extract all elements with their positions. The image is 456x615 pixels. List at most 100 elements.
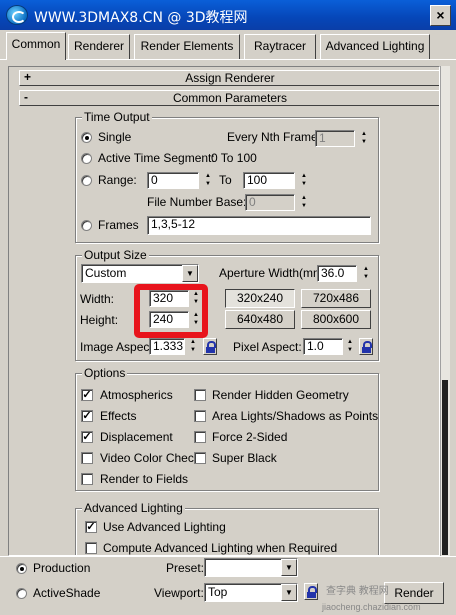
settings-panel: + Assign Renderer - Common Parameters Ti… — [8, 66, 440, 556]
tab-renderer[interactable]: Renderer — [68, 34, 130, 59]
frames-input[interactable]: 1,3,5-12 — [147, 216, 371, 235]
file-number-base-input[interactable]: 0 — [245, 194, 295, 211]
area-lights-checkbox[interactable] — [194, 410, 206, 422]
effects-checkbox[interactable]: ✓ — [81, 410, 93, 422]
use-advanced-lighting-checkbox[interactable]: ✓ — [85, 521, 97, 533]
range-radio[interactable] — [81, 175, 92, 186]
production-label: Production — [33, 561, 91, 575]
chevron-down-icon[interactable]: ▼ — [281, 559, 297, 576]
watermark-url: jiaocheng.chazidian.com — [322, 602, 421, 612]
spin-down-icon[interactable]: ▼ — [188, 346, 198, 354]
group-title: Time Output — [82, 110, 152, 124]
render-to-fields-label: Render to Fields — [100, 472, 189, 486]
preset-720x486-button[interactable]: 720x486 — [301, 289, 371, 308]
window-title: WWW.3DMAX8.CN @ 3D教程网 — [34, 10, 248, 26]
tab-common[interactable]: Common — [6, 32, 66, 60]
app-logo-icon[interactable] — [6, 5, 28, 25]
tab-advanced-lighting[interactable]: Advanced Lighting — [320, 34, 430, 59]
activeshade-radio[interactable] — [16, 588, 27, 599]
render-hidden-geometry-checkbox[interactable] — [194, 389, 206, 401]
active-segment-radio[interactable] — [81, 153, 92, 164]
render-button[interactable]: Render — [384, 582, 444, 604]
production-radio[interactable] — [16, 563, 27, 574]
close-button[interactable]: × — [430, 5, 451, 26]
super-black-checkbox[interactable] — [194, 452, 206, 464]
output-size-preset-select[interactable]: Custom ▼ — [81, 264, 199, 283]
rollout-assign-renderer[interactable]: + Assign Renderer — [19, 70, 439, 86]
preset-640x480-button[interactable]: 640x480 — [225, 310, 295, 329]
watermark-text: 查字典 教程网 — [326, 586, 389, 597]
rollout-label: Assign Renderer — [185, 71, 275, 85]
active-segment-value: 0 To 100 — [211, 151, 257, 165]
pixel-aspect-lock-icon[interactable] — [359, 338, 373, 355]
group-title: Options — [82, 366, 128, 380]
pixel-aspect-spinner[interactable]: ▲ ▼ — [345, 338, 355, 355]
single-label: Single — [98, 130, 132, 144]
chevron-down-icon[interactable]: ▼ — [182, 265, 198, 282]
tab-raytracer[interactable]: Raytracer — [244, 34, 316, 59]
every-nth-label: Every Nth Frame: — [227, 130, 322, 144]
range-from-spinner[interactable]: ▲ ▼ — [203, 172, 213, 189]
pixel-aspect-input[interactable]: 1.0 — [303, 338, 343, 355]
image-aspect-lock-icon[interactable] — [203, 338, 217, 355]
super-black-label: Super Black — [212, 451, 277, 465]
scrollbar-thumb[interactable] — [442, 380, 448, 555]
displacement-checkbox[interactable]: ✓ — [81, 431, 93, 443]
preset-800x600-button[interactable]: 800x600 — [301, 310, 371, 329]
highlight-box — [134, 284, 208, 338]
spin-down-icon[interactable]: ▼ — [361, 273, 371, 281]
every-nth-input[interactable]: 1 — [315, 130, 355, 147]
aperture-width-input[interactable]: 36.0 — [317, 265, 357, 282]
viewport-label: Viewport: — [154, 586, 204, 600]
atmospherics-checkbox[interactable]: ✓ — [81, 389, 93, 401]
image-aspect-label: Image Aspect: — [80, 340, 157, 354]
spin-down-icon[interactable]: ▼ — [299, 180, 309, 188]
rollout-common-parameters[interactable]: - Common Parameters — [19, 90, 439, 106]
height-label: Height: — [80, 313, 119, 327]
preset-label: Preset: — [166, 561, 205, 575]
single-radio[interactable] — [81, 132, 92, 143]
aperture-width-spinner[interactable]: ▲ ▼ — [361, 265, 371, 282]
viewport-select[interactable]: Top ▼ — [204, 583, 298, 602]
range-to-input[interactable]: 100 — [243, 172, 295, 189]
frames-label: Frames — [98, 218, 139, 232]
force-2-sided-label: Force 2-Sided — [212, 430, 288, 444]
spin-down-icon[interactable]: ▼ — [299, 202, 309, 210]
rollout-label: Common Parameters — [172, 91, 288, 105]
spin-up-icon[interactable]: ▲ — [361, 265, 371, 273]
spin-down-icon[interactable]: ▼ — [203, 180, 213, 188]
file-number-base-label: File Number Base: — [147, 195, 247, 209]
compute-advanced-lighting-checkbox[interactable] — [85, 542, 97, 554]
preset-select[interactable]: ▼ — [204, 558, 298, 577]
image-aspect-spinner[interactable]: ▲ ▼ — [188, 338, 198, 355]
spin-up-icon[interactable]: ▲ — [299, 172, 309, 180]
tab-render-elements[interactable]: Render Elements — [134, 34, 240, 59]
compute-advanced-lighting-label: Compute Advanced Lighting when Required — [103, 541, 338, 555]
aperture-width-label: Aperture Width(mm): — [219, 266, 331, 280]
range-to-spinner[interactable]: ▲ ▼ — [299, 172, 309, 189]
frames-radio[interactable] — [81, 220, 92, 231]
effects-label: Effects — [100, 409, 137, 423]
range-to-label: To — [219, 173, 232, 187]
preset-320x240-button[interactable]: 320x240 — [225, 289, 295, 308]
force-2-sided-checkbox[interactable] — [194, 431, 206, 443]
spin-down-icon[interactable]: ▼ — [345, 346, 355, 354]
image-aspect-input[interactable]: 1.333 — [149, 338, 185, 355]
spin-up-icon[interactable]: ▲ — [188, 338, 198, 346]
range-from-input[interactable]: 0 — [147, 172, 199, 189]
spin-up-icon[interactable]: ▲ — [345, 338, 355, 346]
chevron-down-icon[interactable]: ▼ — [281, 584, 297, 601]
spin-up-icon[interactable]: ▲ — [359, 130, 369, 138]
file-number-base-spinner[interactable]: ▲ ▼ — [299, 194, 309, 211]
spin-up-icon[interactable]: ▲ — [299, 194, 309, 202]
group-title: Advanced Lighting — [82, 501, 185, 515]
render-to-fields-checkbox[interactable] — [81, 473, 93, 485]
video-color-check-checkbox[interactable] — [81, 452, 93, 464]
tab-divider — [0, 59, 456, 60]
spin-up-icon[interactable]: ▲ — [203, 172, 213, 180]
spin-down-icon[interactable]: ▼ — [359, 138, 369, 146]
viewport-lock-icon[interactable] — [304, 583, 318, 600]
active-segment-label: Active Time Segment: — [98, 151, 215, 165]
width-label: Width: — [80, 292, 115, 306]
every-nth-spinner[interactable]: ▲ ▼ — [359, 130, 369, 147]
